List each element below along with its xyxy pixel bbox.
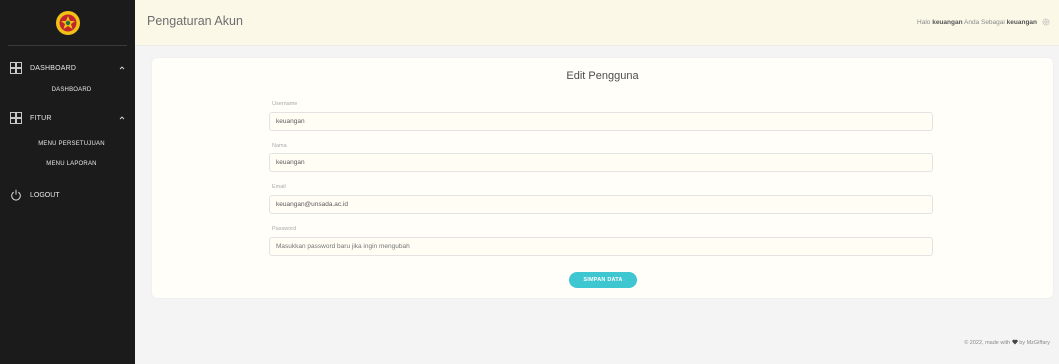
greeting-prefix: Halo	[917, 19, 931, 26]
sidebar-group-label: FITUR	[30, 114, 52, 122]
footer-credit: © 2022, made with by MzGiffary	[964, 339, 1050, 346]
sidebar: DASHBOARD DASHBOARD FITUR MENU PERSETUJU…	[0, 0, 135, 364]
sidebar-item-dashboard[interactable]: DASHBOARD	[0, 80, 135, 100]
username-label: Username	[272, 101, 298, 107]
sidebar-item-menu-laporan[interactable]: MENU LAPORAN	[0, 154, 135, 174]
email-label: Email	[272, 184, 286, 190]
password-label: Password	[272, 226, 297, 232]
email-field[interactable]	[269, 195, 933, 214]
logout-label: LOGOUT	[30, 191, 60, 199]
sidebar-item-menu-persetujuan[interactable]: MENU PERSETUJUAN	[0, 134, 135, 154]
greeting-middle: Anda Sebagai	[964, 19, 1005, 26]
sidebar-group-fitur[interactable]: FITUR	[0, 106, 135, 130]
nama-label: Nama	[272, 143, 287, 149]
chevron-up-icon	[119, 116, 125, 120]
sidebar-group-dashboard[interactable]: DASHBOARD	[0, 56, 135, 80]
password-field[interactable]	[269, 237, 933, 256]
power-icon	[11, 189, 21, 201]
page-title: Pengaturan Akun	[147, 14, 243, 28]
greeting-role: keuangan	[1006, 19, 1037, 26]
chevron-up-icon	[119, 66, 125, 70]
footer-prefix: © 2022, made with	[964, 340, 1011, 346]
footer-suffix: by MzGiffary	[1019, 340, 1050, 346]
heart-icon	[1012, 339, 1018, 345]
grid-icon	[10, 62, 22, 74]
username-field[interactable]	[269, 112, 933, 131]
save-button[interactable]: SIMPAN DATA	[569, 272, 637, 288]
logo-container	[8, 0, 127, 46]
user-greeting: Halo keuangan Anda Sebagai keuangan	[917, 19, 1037, 26]
edit-user-card: Edit Pengguna Username Nama Email Passwo…	[152, 58, 1053, 298]
sidebar-item-logout[interactable]: LOGOUT	[0, 184, 135, 206]
grid-icon	[10, 112, 22, 124]
form-title: Edit Pengguna	[566, 70, 639, 82]
greeting-user: keuangan	[932, 19, 963, 26]
logo-icon	[55, 10, 80, 35]
top-header: Pengaturan Akun Halo keuangan Anda Sebag…	[135, 0, 1059, 46]
gear-icon[interactable]	[1042, 18, 1050, 26]
sidebar-group-label: DASHBOARD	[30, 64, 77, 72]
nama-field[interactable]	[269, 153, 933, 172]
